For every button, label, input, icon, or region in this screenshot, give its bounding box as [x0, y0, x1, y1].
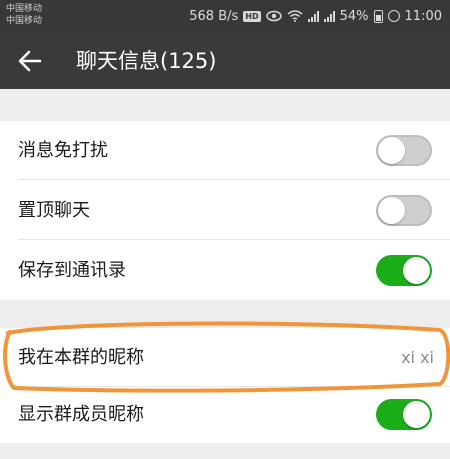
back-arrow-icon	[18, 50, 42, 72]
setting-label: 保存到通讯录	[18, 260, 126, 281]
pin-top-toggle[interactable]	[376, 195, 432, 226]
signal-4g-icon	[323, 10, 335, 22]
save-contacts-toggle[interactable]	[376, 255, 432, 286]
setting-label: 显示群成员昵称	[18, 404, 144, 425]
battery-icon	[373, 9, 383, 23]
alarm-icon	[387, 10, 400, 22]
hd-badge: HD	[243, 10, 261, 22]
setting-label: 消息免打扰	[18, 140, 108, 161]
row-divider	[18, 179, 450, 180]
setting-row-mute[interactable]: 消息免打扰	[0, 121, 450, 180]
network-speed: 568 B/s	[189, 8, 239, 24]
toggle-knob	[403, 257, 430, 284]
group-nickname-value: xi xi	[401, 348, 434, 367]
battery-level: 54%	[339, 8, 369, 24]
page-title: 聊天信息(125)	[76, 49, 217, 73]
setting-row-pin-top[interactable]: 置顶聊天	[0, 181, 450, 240]
toggle-knob	[378, 197, 405, 224]
show-member-nicknames-toggle[interactable]	[376, 399, 432, 430]
setting-row-show-member-nicknames[interactable]: 显示群成员昵称	[0, 385, 450, 444]
setting-row-save-contacts[interactable]: 保存到通讯录	[0, 241, 450, 300]
setting-label: 我在本群的昵称	[18, 347, 144, 368]
mute-toggle[interactable]	[376, 135, 432, 166]
toggle-knob	[403, 401, 430, 428]
row-divider	[18, 239, 450, 240]
wifi-icon	[287, 10, 303, 22]
carrier-label-2: 中国移动	[6, 16, 43, 26]
title-bar: 聊天信息(125)	[0, 33, 450, 89]
setting-label: 置顶聊天	[18, 200, 90, 221]
clock-time: 11:00	[404, 8, 442, 24]
carrier-label-1: 中国移动	[6, 4, 43, 14]
setting-row-group-nickname[interactable]: 我在本群的昵称 xi xi	[0, 328, 450, 387]
eye-icon	[265, 10, 282, 22]
signal-2g-icon	[307, 10, 319, 22]
back-button[interactable]	[14, 45, 46, 77]
settings-group-2: 我在本群的昵称 xi xi 显示群成员昵称	[0, 328, 450, 443]
toggle-knob	[378, 137, 405, 164]
status-indicators: 568 B/s HD 54% 11:00	[189, 6, 442, 26]
settings-group-1: 消息免打扰 置顶聊天 保存到通讯录	[0, 121, 450, 300]
chat-info-screen: 中国移动 中国移动 568 B/s HD 54% 11:00 聊天信息(125)…	[0, 0, 450, 459]
status-bar: 中国移动 中国移动 568 B/s HD 54% 11:00	[0, 0, 450, 33]
